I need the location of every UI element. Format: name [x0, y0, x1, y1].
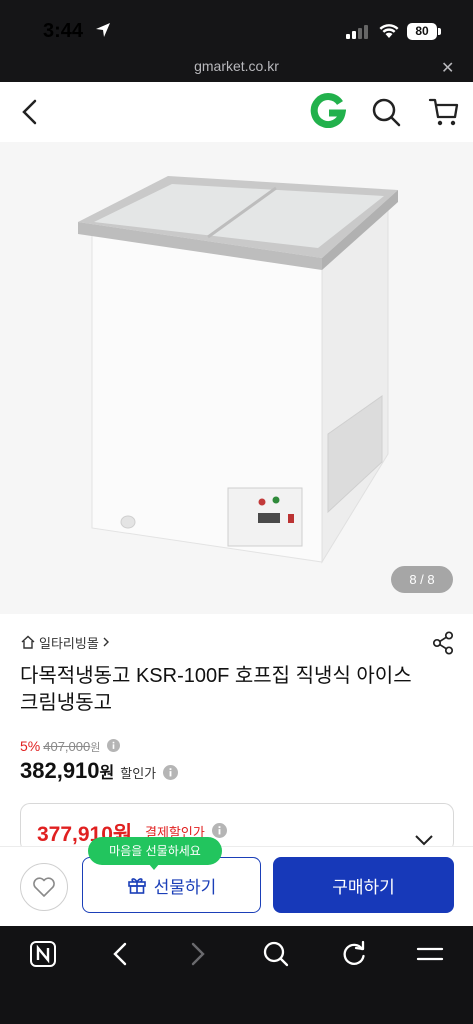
chevron-down-icon[interactable] [414, 834, 434, 846]
sale-price-label: 할인가 [120, 766, 157, 781]
naver-home-icon[interactable] [29, 940, 57, 968]
gift-button[interactable]: 선물하기 [82, 857, 261, 913]
close-icon[interactable]: ✕ [441, 58, 454, 77]
menu-icon[interactable] [416, 942, 444, 966]
sale-price: 382,910 [20, 758, 100, 783]
gift-tooltip-tail [148, 863, 160, 870]
wishlist-button[interactable] [20, 863, 68, 911]
gift-icon [127, 878, 146, 894]
refresh-icon[interactable] [340, 940, 368, 968]
gift-tooltip: 마음을 선물하세요 [88, 837, 222, 865]
original-price: 407,000 [43, 739, 91, 754]
search-icon[interactable] [262, 940, 290, 968]
back-arrow-icon[interactable] [19, 98, 39, 126]
share-icon[interactable] [432, 631, 454, 655]
battery-indicator: 80 [407, 23, 437, 40]
sale-price-unit: 원 [99, 765, 115, 782]
category-label: 일타리빙몰 [39, 635, 99, 651]
gmarket-g-icon [310, 93, 347, 129]
price-row: 382,910원 할인가 [20, 758, 178, 784]
search-icon[interactable] [371, 97, 401, 127]
cart-icon[interactable] [428, 96, 460, 128]
gmarket-logo[interactable]: G [310, 92, 347, 129]
wifi-icon [379, 24, 399, 38]
product-title: 다목적냉동고 KSR-100F 호프집 직냉식 아이스크림냉동고 [20, 665, 412, 714]
location-arrow-icon [96, 23, 110, 37]
info-icon[interactable] [106, 739, 120, 752]
status-time: 3:44 [43, 20, 84, 42]
chevron-right-icon [103, 637, 109, 647]
freezer-illustration [0, 142, 473, 614]
cellular-signal-icon [346, 25, 368, 39]
buy-button-label: 구매하기 [332, 877, 395, 897]
forward-icon[interactable] [188, 940, 208, 968]
image-counter: 8 / 8 [391, 566, 453, 593]
url-domain[interactable]: gmarket.co.kr [0, 58, 473, 74]
gift-button-content: 선물하기 [83, 858, 260, 912]
gift-button-label: 선물하기 [153, 877, 217, 897]
buy-button[interactable]: 구매하기 [273, 857, 454, 913]
info-icon[interactable] [162, 765, 178, 780]
battery-nub [438, 28, 441, 35]
payment-discount-box[interactable]: 377,910원 결제할인가 [20, 803, 454, 852]
product-image[interactable] [0, 142, 473, 614]
info-icon[interactable] [212, 823, 227, 838]
discount-row: 5% 407,000원 [20, 738, 120, 756]
discount-rate: 5% [20, 738, 41, 754]
category-breadcrumb[interactable]: 일타리빙몰 [20, 632, 110, 652]
page-header [0, 82, 473, 142]
back-icon[interactable] [110, 940, 130, 968]
home-icon [21, 635, 35, 649]
original-price-unit: 원 [90, 742, 101, 754]
heart-icon [33, 877, 55, 897]
browser-navigation-bar [0, 926, 473, 1024]
